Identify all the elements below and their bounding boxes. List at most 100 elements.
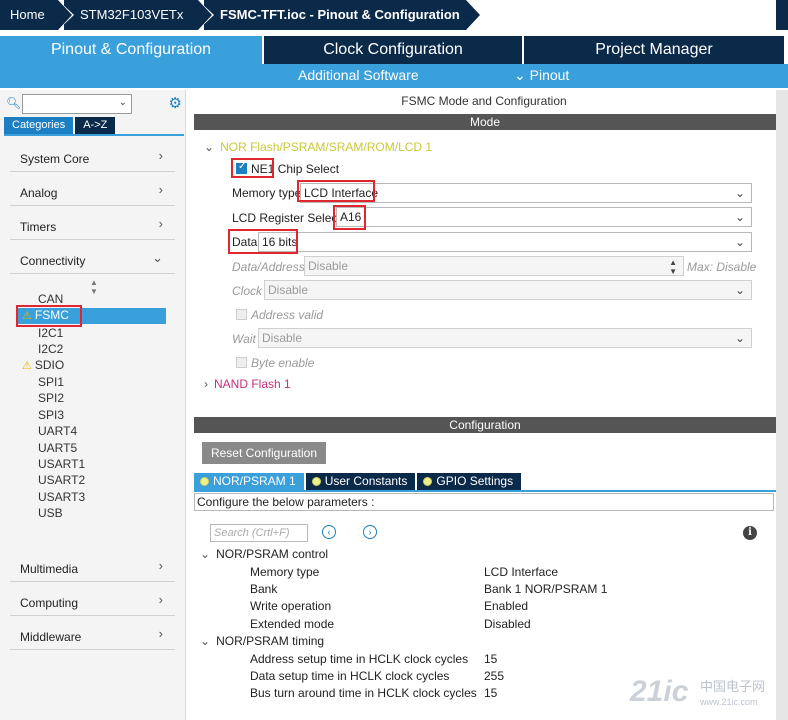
chevron-down-icon: ⌄ — [200, 634, 211, 648]
tab-a-to-z[interactable]: A->Z — [75, 117, 116, 134]
address-valid-checkbox[interactable] — [236, 309, 247, 320]
tab-nor-psram-1[interactable]: NOR/PSRAM 1 — [194, 473, 304, 490]
tab-pinout[interactable]: ⌄ Pinout — [514, 67, 569, 84]
tab-label: User Constants — [324, 474, 408, 488]
configuration-bar: Configuration — [194, 417, 776, 433]
list-item-usart3[interactable]: USART3 — [38, 490, 85, 504]
nor-flash-section[interactable]: ⌄ NOR Flash/PSRAM/SRAM/ROM/LCD 1 — [204, 140, 432, 154]
list-item-can[interactable]: CAN — [38, 292, 63, 306]
chevron-down-icon[interactable]: ⌄ — [119, 97, 127, 108]
sub-tabs: Additional Software ⌄ Pinout — [0, 64, 788, 88]
group-label: Connectivity — [20, 254, 86, 268]
list-item-usart1[interactable]: USART1 — [38, 457, 85, 471]
nor-psram-timing-section[interactable]: ⌄ NOR/PSRAM timing — [200, 634, 324, 648]
list-item-spi3[interactable]: SPI3 — [38, 408, 64, 422]
lcd-register-select[interactable]: A16 ⌄ — [336, 207, 752, 227]
group-middleware[interactable]: Middleware › — [10, 620, 175, 650]
breadcrumb-home-label: Home — [10, 7, 45, 22]
group-system-core[interactable]: System Core › — [10, 142, 175, 172]
byte-enable-row: Byte enable — [236, 356, 314, 370]
nand-flash-section[interactable]: › NAND Flash 1 — [204, 377, 291, 391]
highlight-memory-type — [297, 180, 375, 202]
chevron-down-icon: ⌄ — [734, 331, 745, 345]
tab-clock-configuration[interactable]: Clock Configuration — [264, 36, 524, 64]
warning-icon: ⚠ — [22, 360, 32, 372]
category-tabs: Categories A->Z — [4, 117, 117, 134]
clock-value: Disable — [268, 283, 309, 297]
stepper-icon: ▲ ▼ — [669, 258, 677, 276]
list-item-i2c1[interactable]: I2C1 — [38, 326, 63, 340]
chevron-down-icon: ⌄ — [204, 140, 215, 154]
address-valid-row: Address valid — [236, 308, 323, 322]
list-item-spi2[interactable]: SPI2 — [38, 391, 64, 405]
category-search-input[interactable]: ⌄ — [22, 94, 132, 114]
tab-categories[interactable]: Categories — [4, 117, 74, 134]
group-analog[interactable]: Analog › — [10, 176, 175, 206]
breadcrumb-project-label: FSMC-TFT.ioc - Pinout & Configuration — [220, 7, 460, 22]
list-item-i2c2[interactable]: I2C2 — [38, 342, 63, 356]
tab-project-manager[interactable]: Project Manager — [524, 36, 786, 64]
param-key: Address setup time in HCLK clock cycles — [250, 652, 469, 666]
scrollbar[interactable] — [776, 90, 788, 720]
clock-select[interactable]: Disable ⌄ — [264, 280, 752, 300]
group-timers[interactable]: Timers › — [10, 210, 175, 240]
tab-pinout-configuration[interactable]: Pinout & Configuration — [0, 36, 264, 64]
group-computing[interactable]: Computing › — [10, 586, 175, 616]
param-key: Write operation — [250, 599, 332, 613]
param-value[interactable]: 15 — [484, 652, 497, 666]
group-label: System Core — [20, 152, 90, 166]
tab-user-constants[interactable]: User Constants — [305, 473, 416, 490]
data-address-label: Data/Address — [232, 260, 305, 274]
chevron-down-icon: ⌄ — [734, 210, 745, 224]
tab-additional-software[interactable]: Additional Software — [298, 67, 419, 83]
param-value[interactable]: 255 — [484, 669, 504, 683]
reset-configuration-button[interactable]: Reset Configuration — [202, 442, 326, 464]
gear-icon[interactable]: ⚙ — [169, 94, 182, 112]
param-value[interactable]: Bank 1 NOR/PSRAM 1 — [484, 582, 607, 596]
parameter-search-input[interactable]: Search (Crtl+F) — [210, 524, 308, 542]
param-key: Bank — [250, 582, 278, 596]
list-item-usart2[interactable]: USART2 — [38, 473, 85, 487]
list-item-sdio[interactable]: ⚠ SDIO — [22, 358, 64, 372]
param-value[interactable]: Enabled — [484, 599, 528, 613]
memory-type-label: Memory type — [232, 186, 302, 200]
search-previous-icon[interactable]: ‹ — [322, 525, 336, 539]
info-icon[interactable]: i — [743, 526, 757, 540]
tab-label: NOR/PSRAM 1 — [213, 474, 296, 488]
param-value[interactable]: Disabled — [484, 617, 531, 631]
data-width-select[interactable]: 16 bits ⌄ — [258, 232, 752, 252]
chevron-down-icon: ⌄ — [734, 235, 745, 249]
main-tabs: Pinout & Configuration Clock Configurati… — [0, 36, 788, 64]
list-item-uart5[interactable]: UART5 — [38, 441, 77, 455]
chevron-down-icon: ⌄ — [514, 67, 526, 83]
list-item-spi1[interactable]: SPI1 — [38, 375, 64, 389]
search-icon: 🔍︎ — [6, 96, 22, 110]
nor-psram-control-section[interactable]: ⌄ NOR/PSRAM control — [200, 547, 328, 561]
search-next-icon[interactable]: › — [363, 525, 377, 539]
nor-flash-section-label: NOR Flash/PSRAM/SRAM/ROM/LCD 1 — [220, 140, 433, 154]
config-tabs-underline — [194, 490, 776, 492]
breadcrumb-chip[interactable]: STM32F103VETx — [64, 0, 214, 30]
list-item-usb[interactable]: USB — [38, 506, 63, 520]
address-valid-label: Address valid — [251, 308, 324, 322]
data-address-stepper[interactable]: Disable ▲ ▼ — [304, 256, 684, 276]
breadcrumb-project[interactable]: FSMC-TFT.ioc - Pinout & Configuration — [204, 0, 482, 30]
mode-bar: Mode — [194, 114, 776, 130]
group-multimedia[interactable]: Multimedia › — [10, 552, 175, 582]
byte-enable-checkbox[interactable] — [236, 357, 247, 368]
breadcrumb-home[interactable]: Home — [0, 0, 74, 30]
chevron-down-icon: ⌄ — [734, 283, 745, 297]
categories-panel: 🔍︎ ⌄ ⚙ Categories A->Z System Core › Ana… — [0, 90, 186, 720]
sort-icon[interactable]: ▲ ▼ — [90, 278, 98, 296]
param-value[interactable]: 15 — [484, 686, 497, 700]
group-label: Analog — [20, 186, 58, 200]
status-dot-icon — [423, 477, 433, 486]
list-item-uart4[interactable]: UART4 — [38, 424, 77, 438]
group-connectivity[interactable]: Connectivity ⌄ — [10, 244, 175, 274]
param-value[interactable]: LCD Interface — [484, 565, 558, 579]
tab-gpio-settings[interactable]: GPIO Settings — [417, 473, 522, 490]
mode-panel: FSMC Mode and Configuration Mode ⌄ NOR Fl… — [192, 90, 776, 408]
data-address-max: Max: Disable — [687, 260, 757, 274]
lcd-register-select-label: LCD Register Select — [232, 211, 341, 225]
wait-select[interactable]: Disable ⌄ — [258, 328, 752, 348]
